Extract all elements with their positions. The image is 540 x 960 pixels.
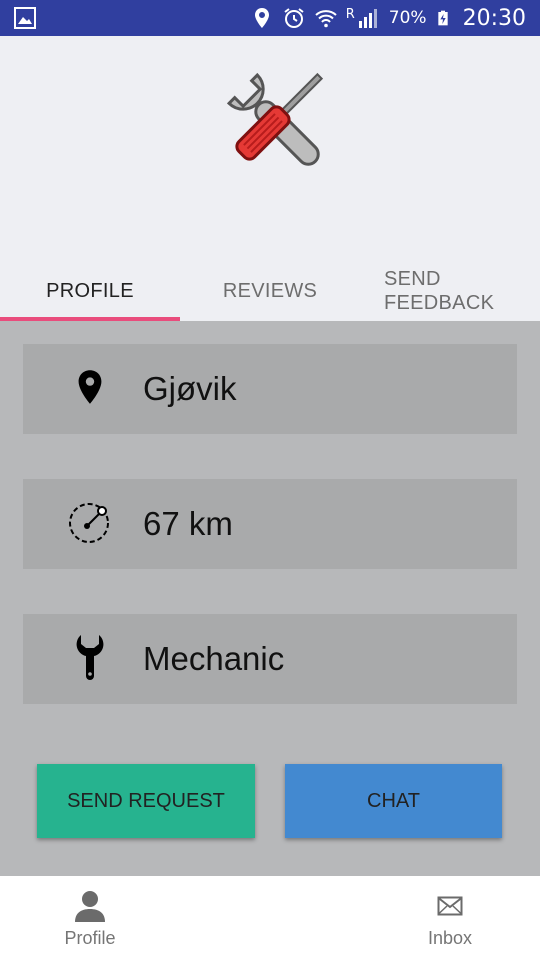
alarm-icon (284, 8, 304, 28)
distance-radius-icon (65, 497, 115, 547)
nav-inbox-label: Inbox (427, 928, 473, 948)
tools-icon (226, 72, 324, 166)
battery-charging-icon (437, 10, 448, 26)
status-bar: R 70% 20:30 (0, 0, 540, 36)
nav-profile-label: Profile (64, 928, 116, 948)
person-icon (72, 888, 108, 924)
wifi-icon (315, 10, 337, 28)
tab-send-feedback[interactable]: SEND FEEDBACK (360, 261, 540, 321)
location-text: Gjøvik (143, 370, 237, 407)
profile-header: PROFILE REVIEWS SEND FEEDBACK (0, 36, 540, 321)
profession-text: Mechanic (143, 640, 285, 677)
bottom-navigation: Profile Inbox (0, 876, 540, 960)
location-pin-icon (65, 362, 115, 412)
nav-profile[interactable]: Profile (30, 876, 150, 960)
wrench-icon (65, 632, 115, 682)
profile-content: Gjøvik 67 km Mechanic SEND REQUEST CHAT (0, 321, 540, 876)
gallery-icon (14, 7, 36, 29)
tab-profile[interactable]: PROFILE (0, 261, 180, 321)
signal-icon (358, 9, 377, 28)
tab-bar: PROFILE REVIEWS SEND FEEDBACK (0, 261, 540, 321)
tab-reviews[interactable]: REVIEWS (180, 261, 360, 321)
distance-text: 67 km (143, 505, 233, 542)
location-row: Gjøvik (23, 344, 517, 434)
status-icons: R 70% 20:30 (250, 0, 526, 36)
network-type: R (345, 6, 355, 22)
mail-icon (432, 888, 468, 924)
nav-inbox[interactable]: Inbox (390, 876, 510, 960)
send-request-button[interactable]: SEND REQUEST (37, 764, 255, 838)
chat-button[interactable]: CHAT (285, 764, 502, 838)
location-icon (254, 8, 269, 28)
profession-row: Mechanic (23, 614, 517, 704)
distance-row: 67 km (23, 479, 517, 569)
battery-percent: 70% (388, 8, 427, 28)
clock: 20:30 (462, 5, 526, 31)
